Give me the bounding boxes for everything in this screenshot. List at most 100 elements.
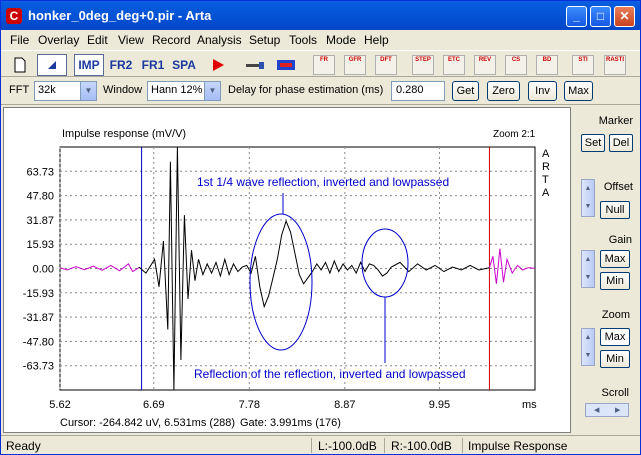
menu-edit[interactable]: Edit	[87, 33, 108, 47]
offset-label: Offset	[603, 181, 633, 193]
y-tick-label: 15.93	[26, 239, 54, 251]
status-right-level: R:-100.0dB	[391, 439, 452, 453]
arrow-left-icon[interactable]: ◀	[594, 406, 599, 414]
zoom-max-button[interactable]: Max	[600, 328, 630, 346]
menu-view[interactable]: View	[118, 33, 144, 47]
arrow-down-icon[interactable]: ▼	[582, 198, 594, 216]
gain-max-button[interactable]: Max	[600, 250, 630, 268]
marker-del-button[interactable]: Del	[609, 134, 633, 152]
y-tick-label: 63.73	[26, 166, 54, 178]
status-bar: Ready L:-100.0dB R:-100.0dB Impulse Resp…	[1, 435, 640, 454]
fr2-button[interactable]: FR2	[106, 54, 136, 76]
fr-graph-icon[interactable]: FR	[313, 55, 335, 75]
scroll-label: Scroll	[601, 387, 629, 399]
offset-null-button[interactable]: Null	[600, 201, 630, 219]
fr1-button[interactable]: FR1	[138, 54, 168, 76]
scroll-control[interactable]: ◀ ▶	[585, 403, 629, 417]
cursor-readout: Cursor: -264.842 uV, 6.531ms (288)	[60, 417, 235, 429]
minimize-button[interactable]: _	[566, 6, 587, 27]
status-ready: Ready	[6, 439, 41, 453]
offset-spinner[interactable]: ▲ ▼	[581, 179, 595, 217]
x-tick-label: 9.95	[429, 399, 450, 411]
marker-set-button[interactable]: Set	[581, 134, 605, 152]
menu-record[interactable]: Record	[152, 33, 191, 47]
inv-button[interactable]: Inv	[528, 81, 557, 101]
window-title: honker_0deg_deg+0.pir - Arta	[28, 8, 212, 23]
get-button[interactable]: Get	[452, 81, 479, 101]
status-left-level: L:-100.0dB	[318, 439, 377, 453]
close-button[interactable]: ✕	[614, 6, 635, 27]
settings-toolbar: FFT 32k ▼ Window Hann 12% ▼ Delay for ph…	[1, 77, 640, 105]
x-tick-label: 6.69	[143, 399, 164, 411]
rev-graph-icon[interactable]: REV	[474, 55, 496, 75]
window-label: Window	[103, 84, 143, 96]
spa-button[interactable]: SPA	[169, 54, 199, 76]
dft-graph-icon[interactable]: DFT	[375, 55, 397, 75]
zoom-spinner[interactable]: ▲ ▼	[581, 328, 595, 366]
probe-icon[interactable]	[243, 54, 267, 76]
y-tick-label: -31.87	[23, 312, 54, 324]
imp-button[interactable]: IMP	[74, 54, 104, 76]
zero-button[interactable]: Zero	[487, 81, 520, 101]
chevron-down-icon: ▼	[80, 82, 96, 100]
status-divider	[384, 438, 385, 453]
menu-tools[interactable]: Tools	[289, 33, 317, 47]
x-tick-label: 5.62	[49, 399, 70, 411]
menu-bar: File Overlay Edit View Record Analysis S…	[1, 30, 640, 50]
gain-spinner[interactable]: ▲ ▼	[581, 250, 595, 288]
gfr-graph-icon[interactable]: GFR	[344, 55, 366, 75]
menu-analysis[interactable]: Analysis	[197, 33, 242, 47]
play-icon[interactable]	[207, 54, 229, 76]
menu-overlay[interactable]: Overlay	[38, 33, 79, 47]
arrow-right-icon[interactable]: ▶	[615, 406, 620, 414]
rasti-graph-icon[interactable]: RASTI	[604, 55, 626, 75]
menu-help[interactable]: Help	[364, 33, 389, 47]
menu-mode[interactable]: Mode	[326, 33, 356, 47]
y-tick-label: -63.73	[23, 361, 54, 373]
fft-value: 32k	[38, 84, 56, 96]
arrow-up-icon[interactable]: ▲	[582, 251, 594, 269]
fft-select[interactable]: 32k ▼	[34, 81, 97, 101]
fft-label: FFT	[9, 84, 30, 96]
gain-label: Gain	[608, 234, 632, 246]
status-mode: Impulse Response	[468, 439, 568, 453]
max-button[interactable]: Max	[564, 81, 593, 101]
zoom-label: Zoom 2:1	[493, 129, 536, 140]
app-icon: C	[6, 8, 22, 24]
window-select[interactable]: Hann 12% ▼	[147, 81, 221, 101]
arrow-down-icon[interactable]: ▼	[582, 347, 594, 365]
step-graph-icon[interactable]: STEP	[412, 55, 434, 75]
generator-icon[interactable]	[274, 54, 298, 76]
x-unit-label: ms	[522, 399, 537, 411]
main-toolbar: IMP FR2 FR1 SPA FR GFR DFT STEP ETC REV …	[1, 50, 640, 77]
arrow-up-icon[interactable]: ▲	[582, 180, 594, 198]
cs-graph-icon[interactable]: CS	[505, 55, 527, 75]
sti-graph-icon[interactable]: STI	[572, 55, 594, 75]
zoom-min-button[interactable]: Min	[600, 350, 630, 368]
menu-setup[interactable]: Setup	[249, 33, 280, 47]
x-tick-label: 8.87	[334, 399, 355, 411]
impulse-chart[interactable]: 63.73 47.80 31.87 15.93 0.00 -15.93 -31.87 -47.…	[4, 108, 570, 432]
chevron-down-icon: ▼	[204, 82, 220, 100]
arrow-down-icon[interactable]: ▼	[582, 269, 594, 287]
y-tick-label: -15.93	[23, 288, 54, 300]
title-bar[interactable]: C honker_0deg_deg+0.pir - Arta _ □ ✕	[1, 1, 640, 30]
menu-file[interactable]: File	[10, 33, 29, 47]
window-value: Hann 12%	[151, 84, 203, 96]
plot-panel[interactable]: 63.73 47.80 31.87 15.93 0.00 -15.93 -31.87 -47.…	[3, 107, 571, 433]
cursor-tool-icon[interactable]	[37, 54, 67, 76]
watermark-t: T	[542, 174, 549, 186]
maximize-button[interactable]: □	[590, 6, 611, 27]
gain-min-button[interactable]: Min	[600, 272, 630, 290]
etc-graph-icon[interactable]: ETC	[443, 55, 465, 75]
status-divider	[311, 438, 312, 453]
y-tick-label: 0.00	[33, 264, 54, 276]
delay-input[interactable]: 0.280	[391, 81, 445, 101]
watermark-a1: A	[542, 148, 550, 160]
gate-readout: Gate: 3.991ms (176)	[240, 417, 341, 429]
control-panel: Marker Set Del ▲ ▼ Offset Null Gain ▲ ▼ Ma…	[573, 107, 639, 433]
new-doc-icon[interactable]	[9, 54, 31, 76]
annotation2-text: Reflection of the reflection, inverted a…	[194, 367, 466, 381]
bd-graph-icon[interactable]: BD	[536, 55, 558, 75]
arrow-up-icon[interactable]: ▲	[582, 329, 594, 347]
